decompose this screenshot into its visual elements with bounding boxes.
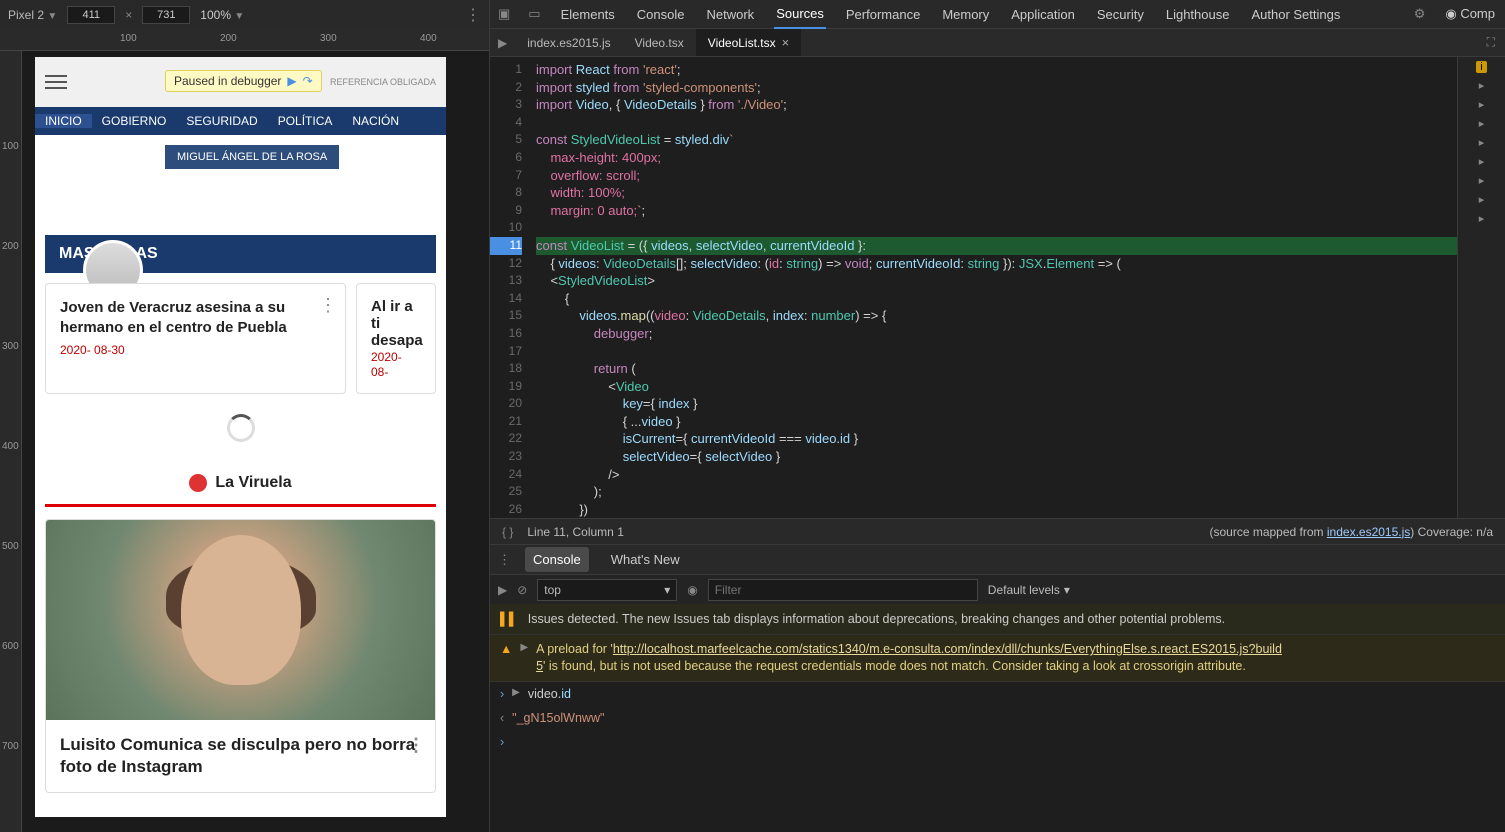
run-icon[interactable]: ▶ [498,583,507,597]
tab-performance[interactable]: Performance [844,1,922,28]
ruler-area: 100200300400 100200300400500600700 Pause… [0,29,489,832]
author-badge: MIGUEL ÁNGEL DE LA ROSA [165,145,339,169]
news-card[interactable]: Al ir a ti desapa 2020- 08- [356,283,436,394]
info-icon[interactable]: i [1476,61,1486,73]
resume-icon[interactable]: ▶ [287,74,296,88]
device-width-input[interactable] [67,6,115,24]
more-icon[interactable]: ⋮ [465,5,481,25]
warn-link-cont[interactable]: 5 [536,659,543,673]
dimension-x: × [125,8,132,22]
card-date: 2020- 08-30 [60,343,331,357]
featured-card[interactable]: Luisito Comunica se disculpa pero no bor… [45,519,436,793]
expand-icon[interactable]: ⛶ [1477,35,1505,50]
news-card[interactable]: ⋮ Joven de Veracruz asesina a su hermano… [45,283,346,394]
device-preview-panel: Pixel 2 ▼ × 100% ▼ ⋮ 100200300400 100200… [0,0,489,832]
run-icon[interactable]: ▶ [490,36,515,50]
app-header: Paused in debugger ▶ ↷ REFERENCIA OBLIGA… [35,57,446,107]
tab-lighthouse[interactable]: Lighthouse [1164,1,1232,28]
devtools-tabs: ▣ ▭ Elements Console Network Sources Per… [490,0,1505,29]
tab-sources[interactable]: Sources [774,0,826,29]
brand-row[interactable]: La Viruela [45,462,436,507]
console-prompt[interactable]: › [490,730,1505,754]
prompt-icon: › [500,687,504,701]
nav-nacion[interactable]: NACIÓN [342,114,409,128]
device-toggle-icon[interactable]: ▭ [528,6,540,22]
device-selector[interactable]: Pixel 2 ▼ [8,8,57,22]
expand-icon[interactable]: ▶ [520,641,528,655]
cursor-position: Line 11, Column 1 [527,525,624,539]
featured-photo [46,520,435,720]
nav-politica[interactable]: POLÍTICA [268,114,343,128]
issues-icon: ▌▌ [500,612,518,626]
drawer-tabs: ⋮ Console What's New [490,544,1505,574]
whatsnew-tab[interactable]: What's New [603,547,688,572]
warn-link[interactable]: http://localhost.marfeelcache.com/static… [613,642,1282,656]
eye-icon[interactable]: ◉ [687,583,697,597]
tab-memory[interactable]: Memory [940,1,991,28]
nav-seguridad[interactable]: SEGURIDAD [176,114,267,128]
loading-spinner [227,414,255,442]
file-tab[interactable]: VideoList.tsx× [696,29,801,56]
paused-badge: Paused in debugger ▶ ↷ [165,70,322,92]
close-icon[interactable]: × [782,35,790,50]
filter-input[interactable] [708,579,978,601]
card-title: Joven de Veracruz asesina a su hermano e… [60,298,331,337]
warning-row: ▲ ▶ A preload for 'http://localhost.marf… [490,635,1505,682]
console-log-row: › ▶ video.id [490,682,1505,706]
device-height-input[interactable] [142,6,190,24]
card-menu-icon[interactable]: ⋮ [407,734,425,757]
device-toolbar: Pixel 2 ▼ × 100% ▼ ⋮ [0,0,489,29]
tab-network[interactable]: Network [705,1,757,28]
code-editor[interactable]: 1234567891011121314151617181920212223242… [490,57,1457,518]
output-icon: ‹ [500,711,504,725]
gear-icon[interactable]: ⚙ [1414,6,1426,22]
devtools-panel: ▣ ▭ Elements Console Network Sources Per… [489,0,1505,832]
inspect-icon[interactable]: ▣ [498,6,510,22]
tab-elements[interactable]: Elements [559,1,617,28]
console-output: ▌▌ Issues detected. The new Issues tab d… [490,604,1505,832]
site-nav: INICIO GOBIERNO SEGURIDAD POLÍTICA NACIÓ… [35,107,446,135]
tab-extra[interactable]: ◉ Comp [1443,0,1497,28]
status-bar: { } Line 11, Column 1 (source mapped fro… [490,518,1505,544]
issues-banner[interactable]: ▌▌ Issues detected. The new Issues tab d… [490,604,1505,635]
vertical-ruler: 100200300400500600700 [0,51,22,832]
tab-author-settings[interactable]: Author Settings [1249,1,1342,28]
card-menu-icon[interactable]: ⋮ [319,296,337,314]
file-tab[interactable]: index.es2015.js [515,30,622,56]
horizontal-ruler: 100200300400 [0,29,489,51]
nav-inicio[interactable]: INICIO [35,114,92,128]
tab-console[interactable]: Console [635,1,687,28]
console-result-row: ‹ "_gN15olWnww" [490,706,1505,730]
device-frame: Paused in debugger ▶ ↷ REFERENCIA OBLIGA… [35,57,446,817]
hamburger-icon[interactable] [45,71,67,93]
warn-icon: ▲ [500,641,512,658]
context-selector[interactable]: top▾ [537,579,677,601]
file-tab[interactable]: Video.tsx [623,30,696,56]
mapped-link[interactable]: index.es2015.js [1327,525,1410,539]
braces-icon[interactable]: { } [502,525,513,539]
levels-selector[interactable]: Default levels ▾ [988,583,1070,597]
console-tab[interactable]: Console [525,547,589,572]
more-icon[interactable]: ⋮ [498,552,511,568]
prompt-icon: › [500,735,504,749]
file-tabs: ▶ index.es2015.js Video.tsx VideoList.ts… [490,29,1505,57]
expand-icon[interactable]: ▶ [512,687,520,701]
brand-icon [189,474,207,492]
step-icon[interactable]: ↷ [303,74,313,88]
tab-application[interactable]: Application [1009,1,1077,28]
console-toolbar: ▶ ⊘ top▾ ◉ Default levels ▾ [490,574,1505,604]
zoom-selector[interactable]: 100% ▼ [200,8,244,22]
site-subtitle: REFERENCIA OBLIGADA [330,77,436,87]
nav-gobierno[interactable]: GOBIERNO [92,114,177,128]
line-gutter: 1234567891011121314151617181920212223242… [490,57,528,518]
right-gutter: i ▸▸▸▸▸▸▸▸ [1457,57,1505,518]
featured-title: Luisito Comunica se disculpa pero no bor… [46,720,435,792]
clear-icon[interactable]: ⊘ [517,583,527,597]
code-content: import React from 'react'; import styled… [528,57,1457,518]
tab-security[interactable]: Security [1095,1,1146,28]
source-map-info: (source mapped from index.es2015.js) Cov… [1209,525,1493,539]
